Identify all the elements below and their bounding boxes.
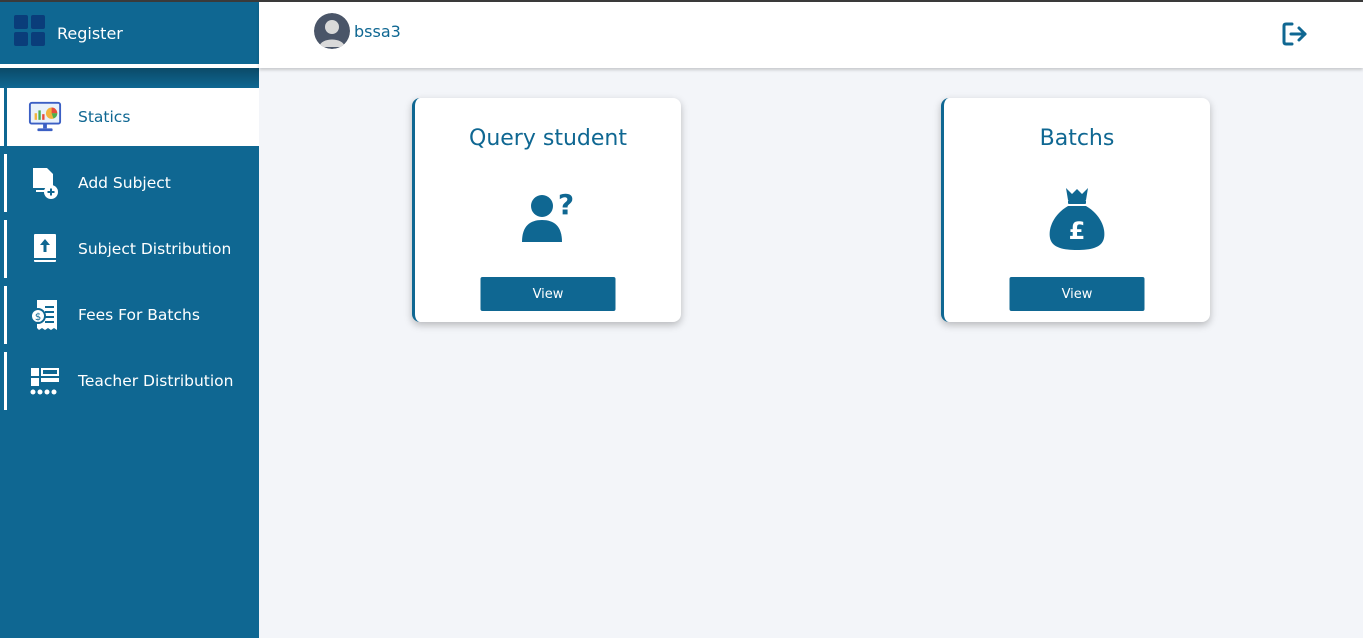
batchs-card: Batchs £ View [941,98,1210,322]
distribution-network-icon [28,364,62,398]
sidebar-nav: Statics Add Subject Subject Distribution… [0,88,259,410]
sidebar-item-label: Statics [78,108,131,126]
card-title: Batchs [1039,126,1115,151]
card-title: Query student [469,126,627,151]
brand-title: Register [57,23,123,43]
view-batchs-button[interactable]: View [1009,277,1145,311]
add-document-icon [28,166,62,200]
sidebar-item-label: Subject Distribution [78,240,232,258]
window-top-border [0,0,1363,2]
svg-text:£: £ [1069,217,1086,245]
svg-text:$: $ [35,312,41,323]
brand-band [0,68,259,88]
logout-icon[interactable] [1280,19,1310,49]
sidebar-item-label: Fees For Batchs [78,306,200,324]
username[interactable]: bssa3 [354,22,401,41]
sidebar-item-fees-for-batchs[interactable]: $ Fees For Batchs [0,286,259,344]
view-query-student-button[interactable]: View [480,277,616,311]
money-bag-pound-icon: £ [1046,186,1108,256]
upload-book-icon [28,232,62,266]
sidebar-item-teacher-distribution[interactable]: Teacher Distribution [0,352,259,410]
sidebar-item-label: Teacher Distribution [78,372,234,390]
sidebar-item-statics[interactable]: Statics [0,88,259,146]
svg-text:?: ? [558,188,574,221]
query-student-card: Query student ? View [412,98,681,322]
top-header: bssa3 [259,2,1363,68]
sidebar: Register Statics Add Subject Subject Dis… [0,2,259,638]
sidebar-item-add-subject[interactable]: Add Subject [0,154,259,212]
sidebar-item-label: Add Subject [78,174,171,192]
statistics-monitor-icon [28,100,62,134]
user-question-icon: ? [518,186,578,250]
sidebar-item-subject-distribution[interactable]: Subject Distribution [0,220,259,278]
user-avatar-icon[interactable] [314,13,350,49]
fees-receipt-icon: $ [28,298,62,332]
brand[interactable]: Register [0,2,259,64]
app-logo-icon [14,15,50,51]
